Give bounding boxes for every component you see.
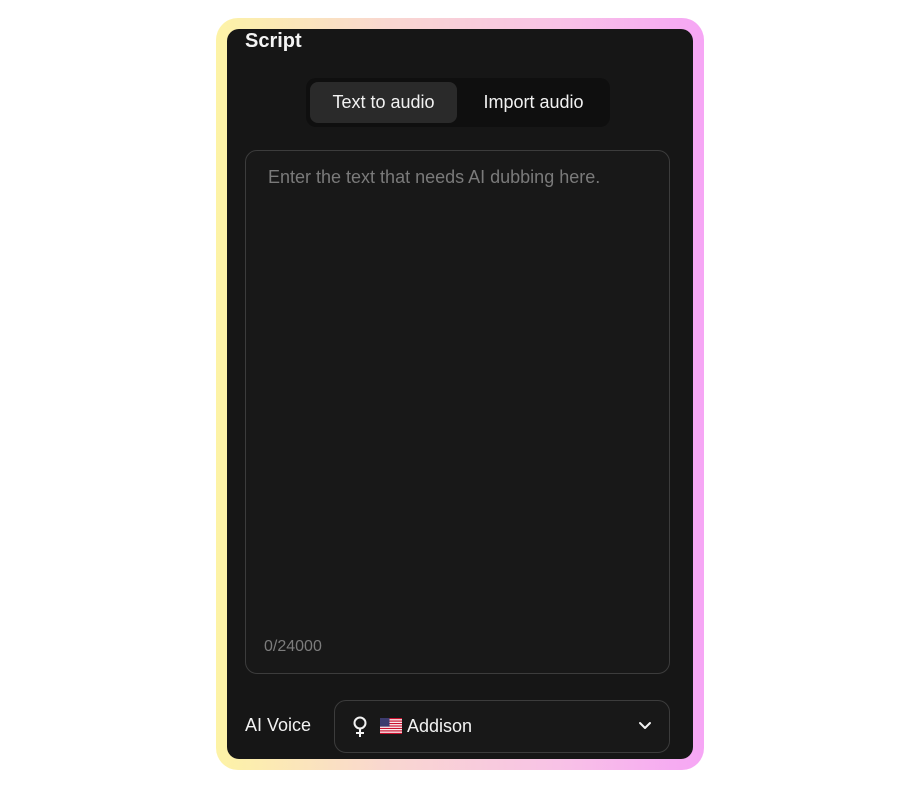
gradient-frame: Script Text to audio Import audio 0/2400… [216,18,704,770]
character-counter: 0/24000 [264,638,322,655]
ai-voice-label: AI Voice [245,715,312,735]
us-flag-icon [380,718,402,734]
tab-text-to-audio[interactable]: Text to audio [310,82,457,123]
script-panel: Script Text to audio Import audio 0/2400… [227,29,693,759]
tab-import-audio[interactable]: Import audio [461,82,606,123]
ai-voice-select[interactable]: Addison [334,700,670,753]
script-textarea[interactable] [268,167,648,607]
female-icon [353,716,367,737]
selected-voice-name: Addison [407,716,473,736]
input-mode-tabs: Text to audio Import audio [306,78,610,127]
panel-title: Script [245,30,302,52]
chevron-down-icon [639,722,651,729]
script-input-box: 0/24000 [245,150,670,674]
